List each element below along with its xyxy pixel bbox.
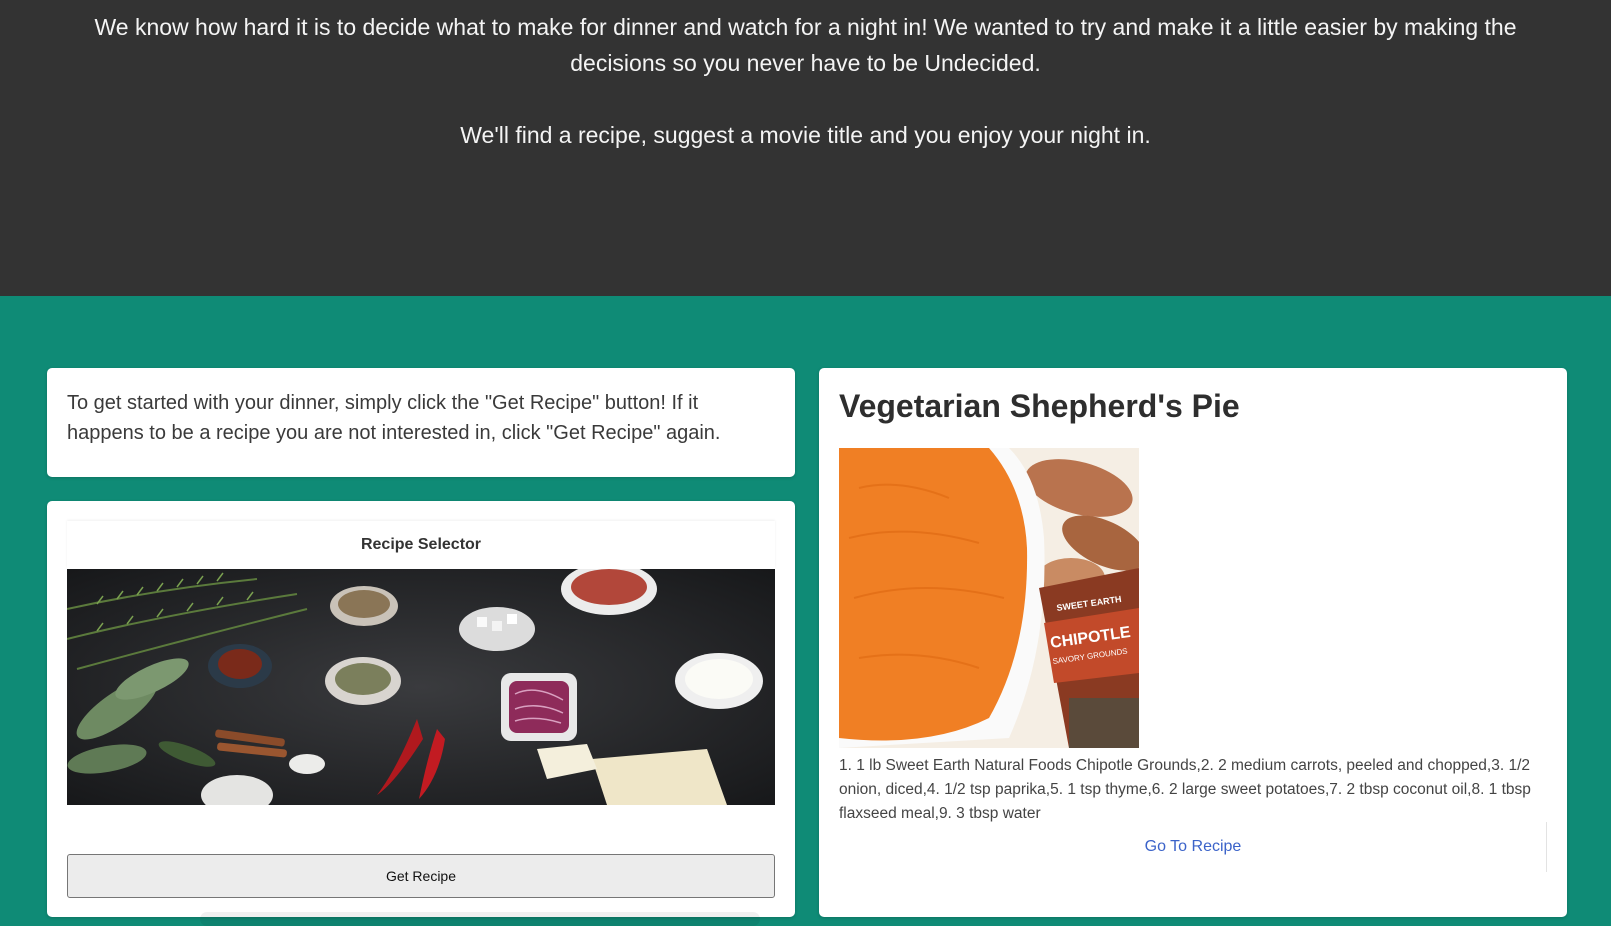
recipe-title: Vegetarian Shepherd's Pie bbox=[839, 388, 1240, 424]
go-to-recipe-link[interactable]: Go To Recipe bbox=[819, 838, 1567, 856]
instructions-text: To get started with your dinner, simply … bbox=[67, 392, 721, 444]
recipe-ingredients: 1. 1 lb Sweet Earth Natural Foods Chipot… bbox=[839, 757, 1531, 822]
recipe-selector-title: Recipe Selector bbox=[67, 521, 775, 569]
card-shadow bbox=[200, 912, 760, 926]
recipe-photo: SWEET EARTH CHIPOTLE SAVORY GROUNDS bbox=[839, 448, 1139, 748]
ingredients-photo bbox=[67, 569, 775, 805]
recipe-selector-card: Recipe Selector Get Recipe bbox=[47, 501, 795, 917]
recipe-selector-panel: Recipe Selector bbox=[67, 521, 775, 821]
ingredients-illustration bbox=[67, 569, 775, 805]
divider bbox=[1546, 822, 1547, 872]
hero-intro-text: We know how hard it is to decide what to… bbox=[94, 14, 1517, 76]
hero-tagline: We'll find a recipe, suggest a movie tit… bbox=[460, 122, 1151, 148]
instructions-card: To get started with your dinner, simply … bbox=[47, 368, 795, 477]
hero-section: We know how hard it is to decide what to… bbox=[0, 0, 1611, 296]
recipe-result-card: Vegetarian Shepherd's Pie SWEET EARTH CH… bbox=[819, 368, 1567, 917]
get-recipe-button[interactable]: Get Recipe bbox=[67, 854, 775, 898]
shepherds-pie-illustration: SWEET EARTH CHIPOTLE SAVORY GROUNDS bbox=[839, 448, 1139, 748]
